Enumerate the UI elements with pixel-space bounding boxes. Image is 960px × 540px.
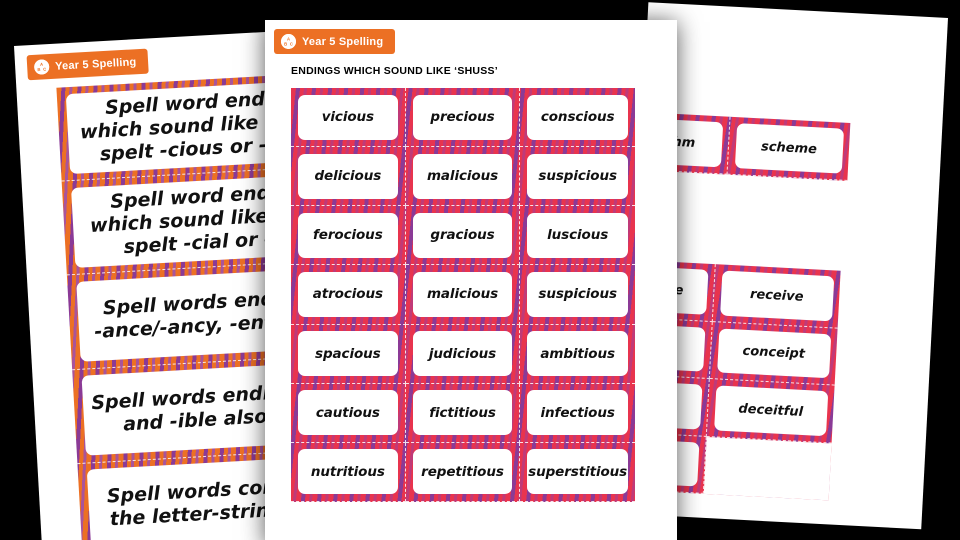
word-card-cell[interactable]: gracious [405,206,521,266]
word-card: suspicious [527,153,628,199]
word-card-label: malicious [426,168,499,185]
word-card-label: receive [749,286,804,305]
word-card-cell[interactable]: repetitious [405,442,521,502]
word-card-label: vicious [321,109,374,126]
word-card: suspicious [527,271,628,318]
word-card-cell[interactable]: conceipt [709,321,838,386]
svg-text:B: B [37,67,40,72]
screenshot-stage: A B C Year 5 Spelling Spell word endings… [0,0,960,540]
word-card-label: gracious [430,227,495,244]
word-card: repetitious [412,449,513,495]
word-card-label: judicious [428,345,497,362]
word-card: infectious [527,390,628,436]
word-card-label: delicious [314,168,382,185]
word-card: conscious [527,94,628,140]
word-card-label: atrocious [312,286,383,303]
word-card-cell[interactable]: atrocious [291,265,406,325]
word-card-cell[interactable]: suspicious [520,265,635,325]
word-card: vicious [298,94,398,140]
word-card-cell[interactable]: precious [405,88,521,148]
word-card-grid-center: vicious precious conscious delicious mal… [291,88,635,502]
word-card-cell[interactable]: receive [712,264,841,329]
word-card-cell[interactable]: ambitious [520,325,635,384]
word-card-cell[interactable]: infectious [520,384,635,443]
word-card-cell[interactable]: delicious [291,147,406,207]
word-card-label: malicious [426,286,499,303]
word-card: nutritious [298,449,398,495]
word-card-cell[interactable]: cautious [291,383,406,443]
word-card: delicious [298,153,398,199]
word-card-label: suspicious [538,168,617,185]
word-card-label: suspicious [538,286,617,303]
word-card: fictitious [412,390,513,436]
word-card-cell[interactable]: judicious [405,324,521,384]
brand-badge-center: A B C Year 5 Spelling [274,29,396,54]
word-card: precious [412,94,513,140]
word-card-cell[interactable]: conscious [520,88,635,148]
word-card: cautious [298,390,398,436]
word-card-cell[interactable]: spacious [291,324,406,384]
svg-text:C: C [43,67,46,72]
word-card-label: scheme [760,139,818,158]
word-card-label: ambitious [540,345,615,362]
word-card-label: conscious [540,109,615,126]
word-card-label: superstitious [528,463,628,480]
word-card-cell[interactable]: ferocious [291,206,406,266]
word-card: ferocious [298,212,398,258]
word-card-label: precious [430,109,495,126]
svg-text:B: B [284,41,287,46]
word-card: conceipt [716,327,831,379]
word-card-label: fictitious [429,404,496,421]
word-card: malicious [412,271,513,318]
word-card-label: infectious [540,404,615,421]
abc-circle-logo-icon: A B C [281,34,296,49]
word-card-cell[interactable]: luscious [520,206,635,266]
word-card: ambitious [527,331,628,377]
svg-text:C: C [290,41,293,46]
section-heading-center: ENDINGS WHICH SOUND LIKE ‘SHUSS’ [291,65,498,77]
word-card: judicious [412,331,513,377]
word-card-cell[interactable]: malicious [405,265,521,325]
word-card-label: conceipt [742,343,806,363]
word-card: deceitful [713,385,828,436]
word-card-label: nutritious [310,463,385,480]
word-card: scheme [734,123,844,174]
word-card-cell[interactable]: superstitious [520,443,635,502]
word-card-cell[interactable]: scheme [727,116,851,181]
word-card-label: spacious [315,345,381,362]
word-card: gracious [412,212,513,258]
word-card: luscious [527,212,628,258]
word-card-cell[interactable]: deceitful [706,379,835,443]
word-card-cell[interactable]: suspicious [520,147,635,207]
word-card-cell[interactable]: fictitious [405,383,521,443]
word-card-label: deceitful [738,401,804,420]
word-card-cell[interactable]: vicious [291,88,406,148]
brand-badge-label-left: Year 5 Spelling [54,55,137,73]
word-card-cell[interactable]: malicious [405,147,521,207]
word-card: malicious [412,153,513,199]
word-card-label: luscious [547,227,609,244]
word-card: superstitious [527,449,628,495]
word-card: receive [719,270,834,321]
worksheet-page-center[interactable]: A B C Year 5 Spelling ENDINGS WHICH SOUN… [265,20,677,540]
word-card-label: ferocious [313,227,383,244]
abc-circle-logo-icon: A B C [33,59,50,75]
word-card: spacious [298,331,398,377]
brand-badge-left: A B C Year 5 Spelling [26,48,150,81]
word-card-cell-empty [703,436,832,501]
brand-badge-label-center: Year 5 Spelling [302,35,384,48]
word-card: atrocious [298,271,398,318]
word-card-cell[interactable]: nutritious [291,442,406,502]
word-card-label: repetitious [421,463,504,480]
word-card-label: cautious [315,404,380,421]
